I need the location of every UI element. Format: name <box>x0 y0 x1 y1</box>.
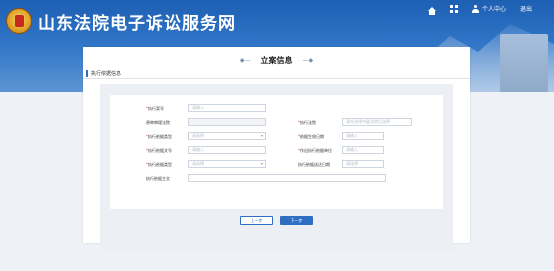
next-step-button[interactable]: 下一步 <box>280 216 313 225</box>
field-label: *执行案号 <box>146 106 164 111</box>
card-title-row: ◆— 立案信息 —◆ <box>83 52 470 68</box>
case-number-input[interactable]: 请输入 <box>188 104 266 112</box>
exec-basis-number-input[interactable]: 请输入 <box>188 146 266 154</box>
original-trial-field <box>188 118 266 126</box>
section-marker <box>86 70 88 77</box>
field-label: *执行依据类型 <box>146 134 172 139</box>
field-label: *作出执行依据单位 <box>298 148 332 153</box>
exec-basis-main-text-input[interactable] <box>188 174 386 182</box>
section-title: 执行依据信息 <box>91 71 122 77</box>
site-title: 山东法院电子诉讼服务网 <box>38 14 236 34</box>
logout-link[interactable]: 退出 <box>520 4 532 13</box>
home-link[interactable] <box>427 6 436 15</box>
issuing-unit-input[interactable]: 请输入 <box>342 146 384 154</box>
field-label: *执行法院 <box>298 120 316 125</box>
field-label: *执行依据类型 <box>146 162 172 167</box>
exec-basis-type-select[interactable]: 请选择 ▾ <box>188 132 266 140</box>
case-filing-card: ◆— 立案信息 —◆ 执行依据信息 *执行案号 请输入 原审审理法院 *执行法院… <box>83 47 470 252</box>
apps-link[interactable] <box>449 4 458 13</box>
title-decoration-right-icon: —◆ <box>302 56 314 64</box>
user-icon <box>471 4 479 13</box>
home-icon <box>427 6 436 15</box>
title-decoration-left-icon: ◆— <box>239 56 251 64</box>
field-label: 执行依据主文 <box>146 176 170 181</box>
landmark-image <box>500 34 548 92</box>
field-label: *依据生效日期 <box>298 134 324 139</box>
chevron-down-icon: ▾ <box>260 161 263 166</box>
exec-court-input[interactable]: 请先选择中级法院后选择 <box>342 118 412 126</box>
effective-date-input[interactable]: 请输入 <box>342 132 384 140</box>
field-label: 执行依据送达日期 <box>298 162 330 167</box>
grid-icon <box>449 4 458 13</box>
logout-label: 退出 <box>519 6 532 13</box>
chevron-down-icon: ▾ <box>260 133 263 138</box>
delivery-date-input[interactable]: 请选择 <box>342 160 384 168</box>
user-center-link[interactable]: 个人中心 <box>471 4 506 13</box>
page-title: 立案信息 <box>260 55 293 65</box>
prev-step-button[interactable]: 上一步 <box>240 216 273 225</box>
user-center-label: 个人中心 <box>481 6 506 13</box>
form-panel: *执行案号 请输入 原审审理法院 *执行法院 请先选择中级法院后选择 *执行依据… <box>110 95 443 209</box>
top-nav: 个人中心 退出 <box>427 4 532 15</box>
section-header: 执行依据信息 <box>86 69 467 78</box>
form-container: *执行案号 请输入 原审审理法院 *执行法院 请先选择中级法院后选择 *执行依据… <box>100 84 453 252</box>
exec-basis-category-select[interactable]: 请选择 ▾ <box>188 160 266 168</box>
court-emblem-icon <box>6 8 32 34</box>
field-label: 原审审理法院 <box>146 120 170 125</box>
section-divider <box>83 78 470 79</box>
field-label: *执行依据文号 <box>146 148 172 153</box>
